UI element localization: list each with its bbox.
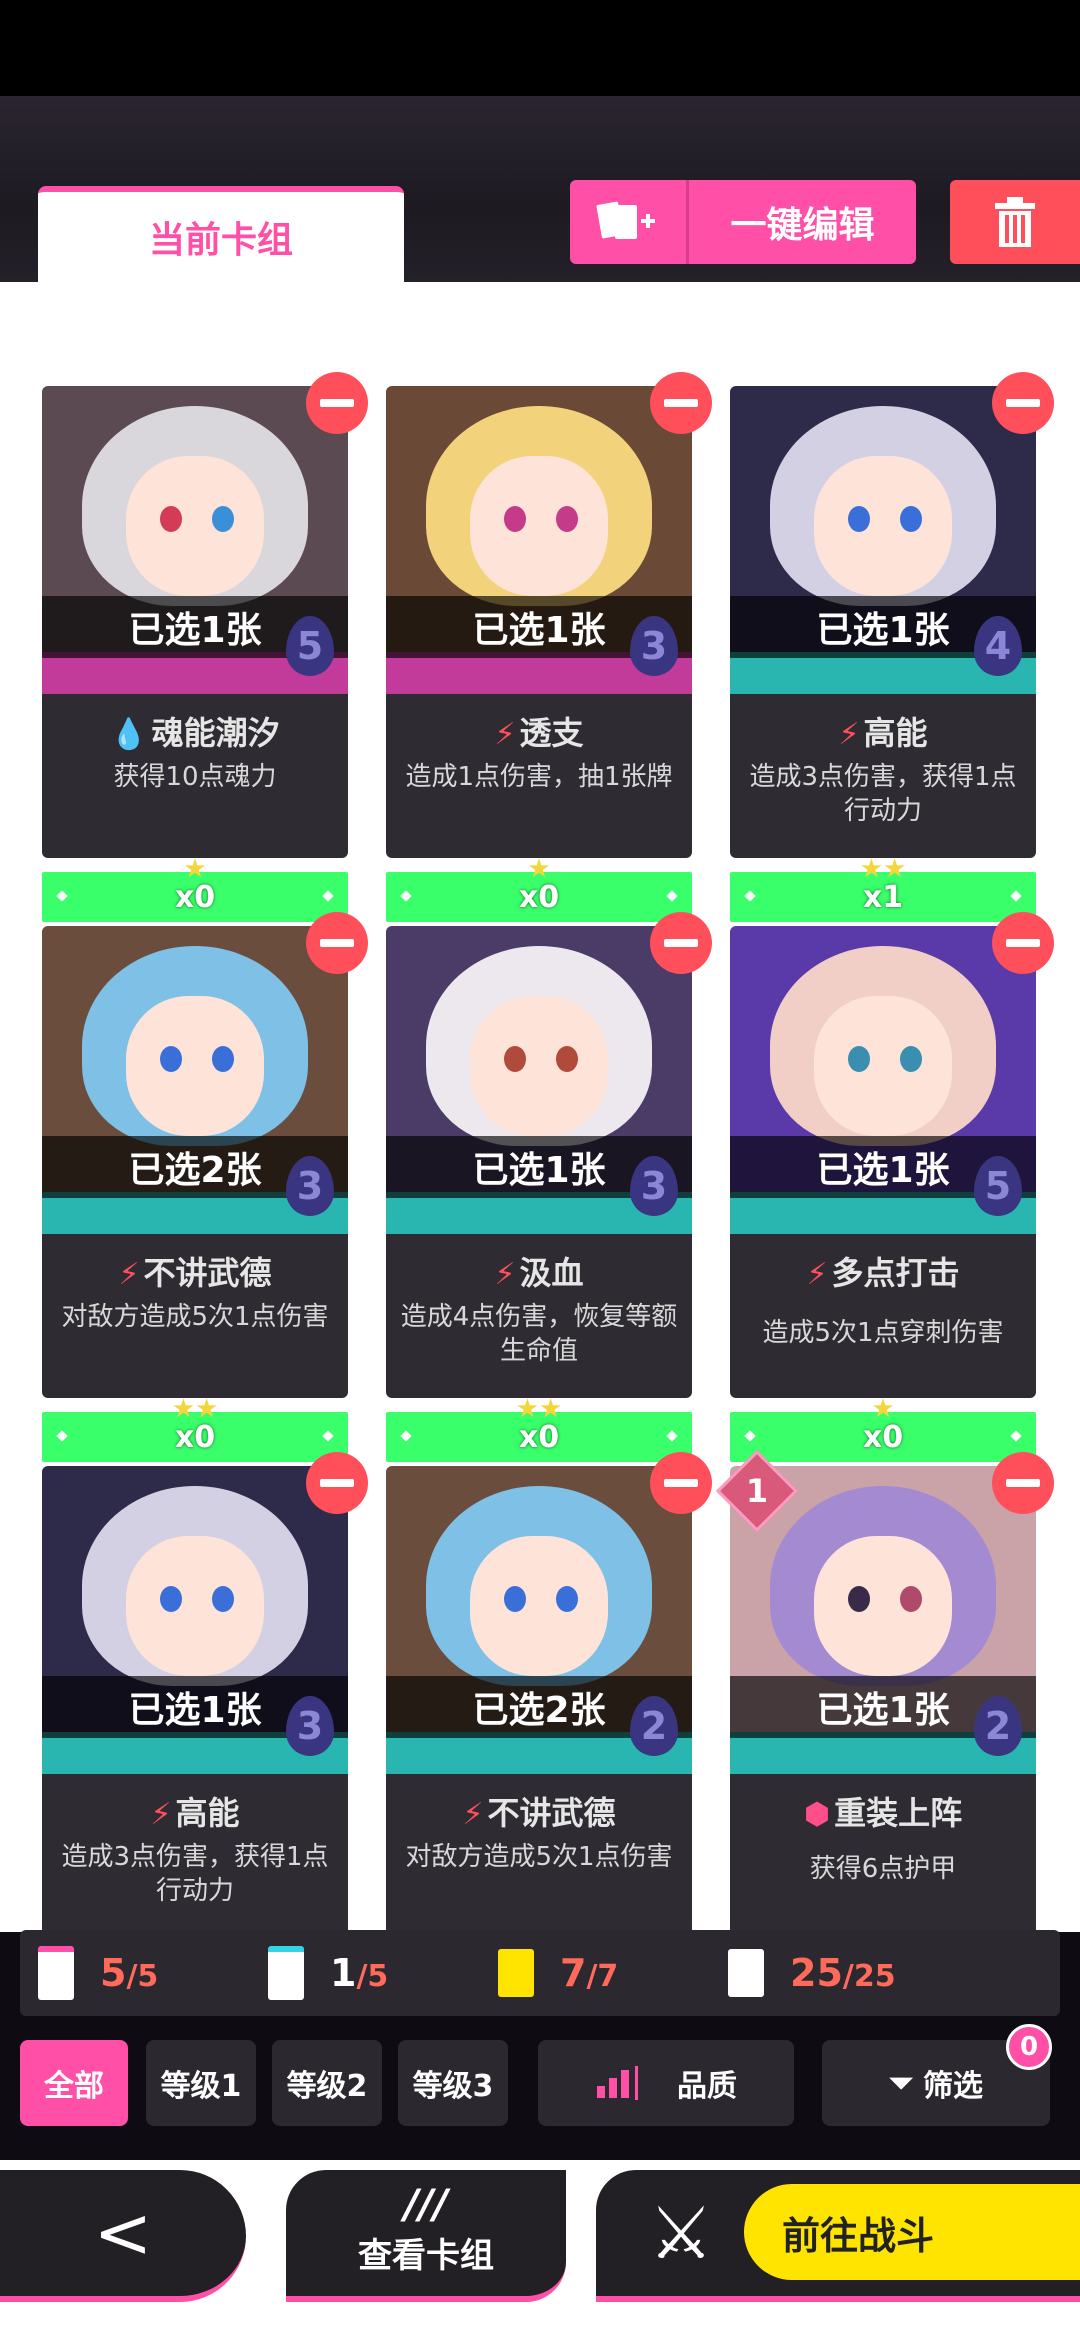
card-title: ⚡ 高能 [838,714,928,752]
go-battle-label: 前往战斗 [744,2184,1080,2280]
add-card-icon [570,180,689,264]
back-arrow-icon: < [93,2192,153,2274]
card-desc: 造成3点伤害，获得1点行动力 [61,1842,329,1906]
count-bar: ★★x0 [42,1394,348,1462]
trash-icon [995,197,1035,247]
count-bar: ★x0 [386,854,692,922]
remove-card-button[interactable] [992,372,1054,434]
cards-icon [728,1949,764,1997]
filter-level1[interactable]: 等级1 [146,2040,256,2126]
back-button[interactable]: < [0,2170,246,2302]
bottom-bar: < /// 查看卡组 ⚔ 前往战斗 [0,2160,1080,2340]
deck-stats: 5/5 1/5 7/7 25/25 [20,1930,1060,2016]
lightning-icon: ⚡ [150,1797,172,1832]
count-bar: ★★ x1 [730,854,1036,922]
filter-label: 筛选 [923,2069,983,2104]
remove-card-button[interactable] [992,912,1054,974]
card-title: 💧 魂能潮汐 [110,714,280,752]
card-title: ⚡ 不讲武德 [118,1254,272,1292]
card-desc: 造成4点伤害，恢复等额生命值 [400,1302,678,1366]
lightning-icon: ⚡ [494,1257,516,1292]
card-title: ⚡ 透支 [494,714,584,752]
crossed-swords-icon: ⚔ [648,2191,714,2275]
stat-special: 1/5 [268,1930,468,2016]
card-title: ⚡ 不讲武德 [462,1794,616,1832]
yellow-card-icon [498,1949,534,1997]
card-title: ⚡ 多点打击 [806,1254,960,1292]
deck-grid[interactable]: ★x1 ★★x0 ★x0 已选1张 5 💧魂能潮汐 获得10点魂力 ★x0 已选… [0,282,1080,1932]
go-battle-button[interactable]: ⚔ 前往战斗 [596,2170,1080,2302]
view-deck-button[interactable]: /// 查看卡组 [286,2170,566,2302]
lightning-icon: ⚡ [806,1257,828,1292]
tab-current-deck[interactable]: 当前卡组 [38,186,404,282]
lightning-icon: ⚡ [462,1797,484,1832]
drop-icon: 💧 [110,717,148,752]
shield-icon: ⬢ [803,1797,831,1832]
card-desc: 造成1点伤害，抽1张牌 [405,762,673,792]
stat-total: 25/25 [728,1930,968,2016]
quick-edit-label: 一键编辑 [730,205,875,246]
bar-chart-icon [597,2066,638,2100]
filter-bar: 全部 等级1 等级2 等级3 品质 ⏷ 筛选 0 [20,2024,1070,2130]
stat-rare: 5/5 [38,1930,238,2016]
quality-sort-button[interactable]: 品质 [538,2040,794,2126]
pink-card-icon [38,1946,74,2000]
count-bar: ★x0 [42,854,348,922]
stat-character: 7/7 [498,1930,698,2016]
remove-card-button[interactable] [650,1452,712,1514]
deck-icon: /// [404,2182,448,2228]
status-bar [0,0,1080,96]
lightning-icon: ⚡ [494,717,516,752]
remove-card-button[interactable] [650,912,712,974]
filter-all[interactable]: 全部 [20,2040,128,2126]
card-desc: 对敌方造成5次1点伤害 [61,1302,329,1332]
card-desc: 对敌方造成5次1点伤害 [405,1842,673,1872]
remove-card-button[interactable] [306,1452,368,1514]
delete-button[interactable] [950,180,1080,264]
lightning-icon: ⚡ [838,717,860,752]
funnel-icon: ⏷ [889,2065,913,2101]
quality-label: 品质 [677,2069,737,2104]
cyan-card-icon [268,1946,304,2000]
filter-level3[interactable]: 等级3 [398,2040,508,2126]
count-bar: ★x0 [730,1394,1036,1462]
card-desc: 获得6点护甲 [809,1854,957,1884]
remove-card-button[interactable] [992,1452,1054,1514]
remove-card-button[interactable] [306,912,368,974]
card-title: ⚡ 高能 [150,1794,240,1832]
filter-level2[interactable]: 等级2 [272,2040,382,2126]
card-title: ⚡ 汲血 [494,1254,584,1292]
remove-card-button[interactable] [306,372,368,434]
card-desc: 造成3点伤害，获得1点行动力 [749,762,1017,826]
remove-card-button[interactable] [650,372,712,434]
quick-edit-button[interactable]: 一键编辑 [570,180,916,264]
card-desc: 造成5次1点穿刺伤害 [762,1318,1004,1348]
filter-count-badge: 0 [1006,2024,1052,2070]
card-title: ⬢ 重装上阵 [803,1794,963,1832]
lightning-icon: ⚡ [118,1257,140,1292]
count-bar: ★★x0 [386,1394,692,1462]
card-desc: 获得10点魂力 [113,762,277,792]
view-deck-label: 查看卡组 [358,2236,494,2276]
